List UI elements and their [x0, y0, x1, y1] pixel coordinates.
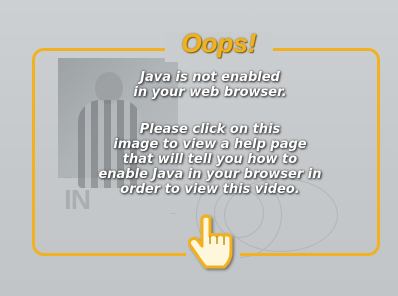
java-help-image[interactable]: — IN — Oops! Java is not enabled in your…: [0, 0, 398, 296]
dialog-title: Oops!: [181, 28, 257, 58]
help-instructions-message[interactable]: Please click on this image to view a hel…: [60, 122, 360, 197]
java-disabled-message: Java is not enabled in your web browser.: [133, 70, 287, 100]
pointing-hand-icon: [187, 212, 238, 274]
